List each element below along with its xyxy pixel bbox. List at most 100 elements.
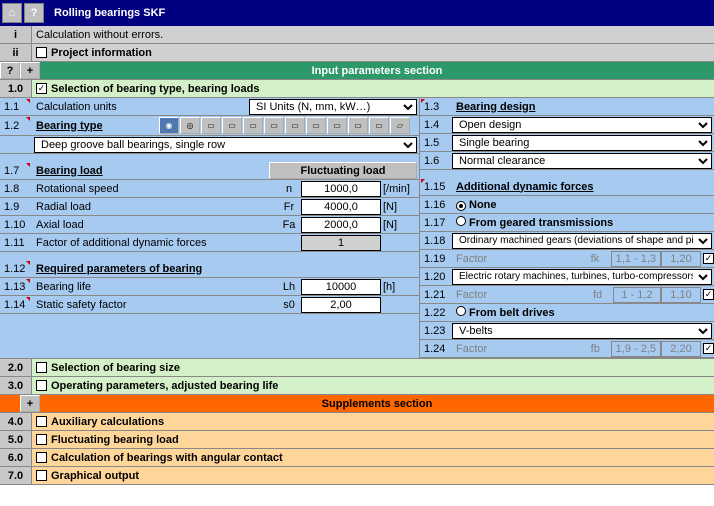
supp-section-header: + Supplements section bbox=[0, 395, 714, 413]
bt-icon-10[interactable]: ▭ bbox=[348, 117, 368, 134]
units-select[interactable]: SI Units (N, mm, kW…) bbox=[249, 99, 417, 115]
label-none: None bbox=[469, 199, 497, 211]
label-bearing-load: Bearing load bbox=[32, 165, 269, 177]
section-5: 5.0 Fluctuating bearing load bbox=[0, 431, 714, 449]
bt-icon-5[interactable]: ▭ bbox=[243, 117, 263, 134]
radio-none[interactable] bbox=[456, 201, 466, 211]
bt-icon-3[interactable]: ▭ bbox=[201, 117, 221, 134]
help-icon[interactable]: ? bbox=[24, 3, 44, 23]
num-1.10: 1.10 bbox=[4, 219, 25, 231]
num-1.17: 1.17 bbox=[424, 217, 445, 229]
section-4: 4.0 Auxiliary calculations bbox=[0, 413, 714, 431]
s3-checkbox[interactable] bbox=[36, 380, 47, 391]
num-blank bbox=[0, 136, 32, 153]
bt-icon-1[interactable]: ◉ bbox=[159, 117, 179, 134]
status-row: i Calculation without errors. bbox=[0, 26, 714, 44]
val-fb: 2,20 bbox=[661, 341, 701, 357]
num-1.14: 1.14 bbox=[4, 299, 25, 311]
num-1.3: 1.3 bbox=[424, 101, 439, 113]
right-column: 1.3 Bearing design 1.4 Open design 1.5 S… bbox=[420, 98, 714, 358]
label-addforces: Additional dynamic forces bbox=[452, 181, 714, 193]
s3-label: Operating parameters, adjusted bearing l… bbox=[51, 380, 278, 392]
unit-life: [h] bbox=[381, 281, 419, 293]
label-units: Calculation units bbox=[32, 101, 249, 113]
s6-checkbox[interactable] bbox=[36, 452, 47, 463]
range-fb: 1,9 - 2,5 bbox=[611, 341, 661, 357]
label-design: Bearing design bbox=[452, 101, 714, 113]
num-4.0: 4.0 bbox=[0, 413, 32, 430]
chk-fk[interactable]: ✓ bbox=[703, 253, 714, 264]
num-6.0: 6.0 bbox=[0, 449, 32, 466]
val-fk: 1,20 bbox=[661, 251, 701, 267]
radio-belt[interactable] bbox=[456, 306, 466, 316]
bt-icon-2[interactable]: ◎ bbox=[180, 117, 200, 134]
sym-fd: fd bbox=[593, 289, 613, 301]
s4-checkbox[interactable] bbox=[36, 416, 47, 427]
bt-icon-9[interactable]: ▭ bbox=[327, 117, 347, 134]
expand-button[interactable]: + bbox=[20, 62, 40, 79]
speed-input[interactable] bbox=[301, 181, 381, 197]
factor-input[interactable] bbox=[301, 235, 381, 251]
bt-icon-11[interactable]: ▭ bbox=[369, 117, 389, 134]
label-fk: Factor bbox=[452, 253, 591, 265]
sym-fk: fk bbox=[591, 253, 611, 265]
section-1: 1.0 ✓Selection of bearing type, bearing … bbox=[0, 80, 714, 98]
num-1.21: 1.21 bbox=[424, 289, 445, 301]
bt-icon-4[interactable]: ▭ bbox=[222, 117, 242, 134]
belt-select[interactable]: V-belts bbox=[452, 323, 712, 339]
num-1.24: 1.24 bbox=[424, 343, 445, 355]
axial-input[interactable] bbox=[301, 217, 381, 233]
chk-fd[interactable]: ✓ bbox=[703, 289, 714, 300]
bt-icon-7[interactable]: ▭ bbox=[285, 117, 305, 134]
s7-label: Graphical output bbox=[51, 470, 139, 482]
clearance-select[interactable]: Normal clearance bbox=[452, 153, 712, 169]
sym-fa: Fa bbox=[277, 219, 301, 231]
num-5.0: 5.0 bbox=[0, 431, 32, 448]
single-select[interactable]: Single bearing bbox=[452, 135, 712, 151]
project-label: Project information bbox=[51, 47, 152, 59]
safety-input[interactable] bbox=[301, 297, 381, 313]
num-1.12: 1.12 bbox=[4, 263, 25, 275]
main-panel: 1.1 Calculation units SI Units (N, mm, k… bbox=[0, 98, 714, 359]
life-input[interactable] bbox=[301, 279, 381, 295]
num-1.7: 1.7 bbox=[4, 165, 19, 177]
num-1.0: 1.0 bbox=[0, 80, 32, 97]
section-6: 6.0 Calculation of bearings with angular… bbox=[0, 449, 714, 467]
sym-fr: Fr bbox=[277, 201, 301, 213]
input-section-title: Input parameters section bbox=[40, 62, 714, 79]
bt-icon-6[interactable]: ▭ bbox=[264, 117, 284, 134]
label-geared: From geared transmissions bbox=[469, 217, 613, 229]
app-icon[interactable]: ⌂ bbox=[2, 3, 22, 23]
design-select[interactable]: Open design bbox=[452, 117, 712, 133]
num-1.8: 1.8 bbox=[4, 183, 19, 195]
supp-expand-button[interactable]: + bbox=[20, 395, 40, 412]
unit-radial: [N] bbox=[381, 201, 419, 213]
fluctuating-load-button[interactable]: Fluctuating load bbox=[269, 162, 417, 179]
label-safety: Static safety factor bbox=[32, 299, 277, 311]
num-1.1: 1.1 bbox=[4, 101, 19, 113]
project-checkbox[interactable] bbox=[36, 47, 47, 58]
val-fd: 1,10 bbox=[661, 287, 701, 303]
sym-lh: Lh bbox=[277, 281, 301, 293]
machines-select[interactable]: Electric rotary machines, turbines, turb… bbox=[452, 269, 712, 285]
num-1.4: 1.4 bbox=[424, 119, 439, 131]
label-fd: Factor bbox=[452, 289, 593, 301]
status-message: Calculation without errors. bbox=[32, 29, 163, 41]
s5-checkbox[interactable] bbox=[36, 434, 47, 445]
section-2: 2.0 Selection of bearing size bbox=[0, 359, 714, 377]
bt-icon-12[interactable]: ▱ bbox=[390, 117, 410, 134]
chk-fb[interactable]: ✓ bbox=[703, 343, 714, 354]
num-1.5: 1.5 bbox=[424, 137, 439, 149]
num-7.0: 7.0 bbox=[0, 467, 32, 484]
bearing-type-select[interactable]: Deep groove ball bearings, single row bbox=[34, 137, 417, 153]
s1-checkbox[interactable]: ✓ bbox=[36, 83, 47, 94]
s7-checkbox[interactable] bbox=[36, 470, 47, 481]
gears-select[interactable]: Ordinary machined gears (deviations of s… bbox=[452, 233, 712, 249]
s2-checkbox[interactable] bbox=[36, 362, 47, 373]
bt-icon-8[interactable]: ▭ bbox=[306, 117, 326, 134]
help-button[interactable]: ? bbox=[0, 62, 20, 79]
num-1.19: 1.19 bbox=[424, 253, 445, 265]
project-row: ii Project information bbox=[0, 44, 714, 62]
radio-geared[interactable] bbox=[456, 216, 466, 226]
radial-input[interactable] bbox=[301, 199, 381, 215]
